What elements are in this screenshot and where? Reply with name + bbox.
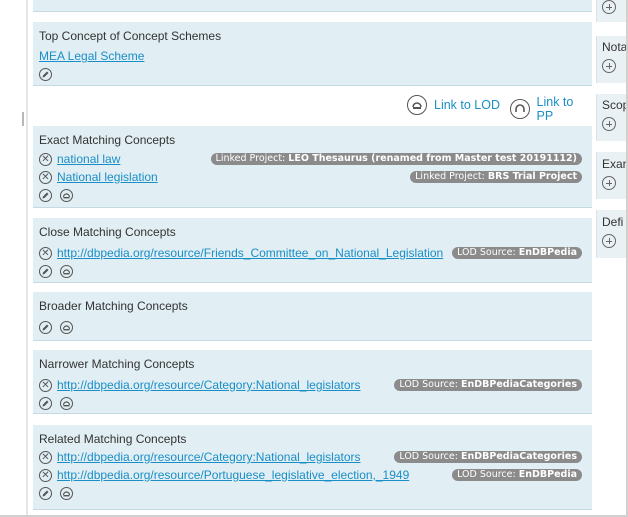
exact-matching-panel: Exact Matching Concepts ✕ national law Li… <box>33 126 592 208</box>
top-concept-panel: Top Concept of Concept Schemes MEA Legal… <box>33 22 592 86</box>
narrower-matching-panel: Narrower Matching Concepts ✕ http://dbped… <box>33 350 592 414</box>
lod-link-icon[interactable] <box>60 486 73 500</box>
badge-value: EnDBPedia <box>518 469 577 480</box>
right-card-title: Scop <box>602 98 628 112</box>
badge-prefix: LOD Source: <box>399 379 458 390</box>
plus-circle-icon[interactable] <box>602 234 616 248</box>
pp-link-icon <box>510 99 530 119</box>
remove-circle-icon[interactable]: ✕ <box>39 379 52 393</box>
remove-circle-icon[interactable]: ✕ <box>39 171 52 185</box>
right-card-title: Exar <box>602 157 627 171</box>
close-matching-panel: Close Matching Concepts ✕ http://dbpedia.… <box>33 218 592 283</box>
left-pane-divider <box>26 0 28 517</box>
lod-link-icon[interactable] <box>60 396 73 410</box>
badge-prefix: Linked Project: <box>215 153 286 164</box>
badge-prefix: Linked Project: <box>415 171 485 182</box>
exact-item-link[interactable]: National legislation <box>57 170 158 184</box>
related-matching-panel: Related Matching Concepts ✕ http://dbpedi… <box>33 425 592 510</box>
previous-panel <box>33 0 592 12</box>
badge-value: EnDBPediaCategories <box>461 379 577 390</box>
close-item-link[interactable]: http://dbpedia.org/resource/Friends_Comm… <box>57 246 443 260</box>
link-toolbar: Link to LOD Link to PP <box>33 87 592 125</box>
close-matching-title: Close Matching Concepts <box>39 225 176 239</box>
plus-circle-icon[interactable] <box>602 176 616 190</box>
notes-sidebar: Nota Scop Exar Defi <box>596 0 628 517</box>
lod-source-badge: LOD Source: EnDBPedia <box>452 469 582 481</box>
right-card-title: Nota <box>602 40 628 54</box>
link-to-lod-button[interactable]: Link to LOD <box>407 95 500 115</box>
exact-matching-title: Exact Matching Concepts <box>39 133 176 147</box>
pencil-edit-icon[interactable] <box>39 264 52 278</box>
badge-prefix: LOD Source: <box>457 469 516 480</box>
related-item-link[interactable]: http://dbpedia.org/resource/Category:Nat… <box>57 450 361 464</box>
pencil-edit-icon[interactable] <box>39 67 52 81</box>
left-pane-border <box>0 0 28 517</box>
related-matching-title: Related Matching Concepts <box>39 432 187 446</box>
narrower-item-link[interactable]: http://dbpedia.org/resource/Category:Nat… <box>57 378 361 392</box>
broader-matching-panel: Broader Matching Concepts <box>33 292 592 341</box>
plus-circle-icon[interactable] <box>602 59 616 73</box>
badge-value: BRS Trial Project <box>487 171 577 182</box>
exact-item-link[interactable]: national law <box>57 152 120 166</box>
list-item: ✕ http://dbpedia.org/resource/Friends_Com… <box>39 244 586 262</box>
list-item: ✕ national law Linked Project: LEO Thesau… <box>39 150 586 168</box>
top-concept-title: Top Concept of Concept Schemes <box>39 29 222 43</box>
resize-grip-icon[interactable] <box>22 112 24 126</box>
pencil-edit-icon[interactable] <box>39 320 52 334</box>
plus-circle-icon[interactable] <box>602 0 616 14</box>
remove-circle-icon[interactable]: ✕ <box>39 451 52 465</box>
list-item: ✕ National legislation Linked Project: BR… <box>39 168 586 186</box>
right-card-scope: Scop <box>596 94 628 141</box>
narrower-matching-title: Narrower Matching Concepts <box>39 357 195 371</box>
lod-link-icon <box>407 95 427 115</box>
list-item: ✕ http://dbpedia.org/resource/Category:Na… <box>39 448 586 466</box>
right-card-title: Defi <box>602 215 624 229</box>
linked-project-badge: Linked Project: BRS Trial Project <box>410 171 582 183</box>
right-card-notation: Nota <box>596 36 628 83</box>
remove-circle-icon[interactable]: ✕ <box>39 469 52 483</box>
linked-project-badge: Linked Project: LEO Thesaurus (renamed f… <box>210 153 582 165</box>
lod-source-badge: LOD Source: EnDBPediaCategories <box>394 451 582 463</box>
lod-link-icon[interactable] <box>60 320 73 334</box>
link-to-pp-button[interactable]: Link to PP <box>510 95 592 123</box>
pencil-edit-icon[interactable] <box>39 188 52 202</box>
lod-source-badge: LOD Source: EnDBPedia <box>452 247 582 259</box>
pencil-edit-icon[interactable] <box>39 486 52 500</box>
lod-link-icon[interactable] <box>60 264 73 278</box>
badge-prefix: LOD Source: <box>399 451 458 462</box>
matching-concepts-pane: Top Concept of Concept Schemes MEA Legal… <box>33 0 593 517</box>
pencil-edit-icon[interactable] <box>39 396 52 410</box>
link-to-lod-label: Link to LOD <box>434 98 501 112</box>
link-to-pp-label: Link to PP <box>536 95 574 123</box>
plus-circle-icon[interactable] <box>602 117 616 131</box>
list-item: ✕ http://dbpedia.org/resource/Portuguese_… <box>39 466 586 484</box>
remove-circle-icon[interactable]: ✕ <box>39 153 52 167</box>
lod-source-badge: LOD Source: EnDBPediaCategories <box>394 379 582 391</box>
top-concept-link[interactable]: MEA Legal Scheme <box>39 49 144 63</box>
right-card-definition: Defi <box>596 210 628 258</box>
related-item-link[interactable]: http://dbpedia.org/resource/Portuguese_l… <box>57 468 409 482</box>
right-card-example: Exar <box>596 152 628 199</box>
remove-circle-icon[interactable]: ✕ <box>39 247 52 261</box>
right-card-top <box>596 0 628 22</box>
lod-link-icon[interactable] <box>60 188 73 202</box>
list-item: ✕ http://dbpedia.org/resource/Category:Na… <box>39 376 586 394</box>
badge-prefix: LOD Source: <box>457 247 516 258</box>
badge-value: EnDBPediaCategories <box>461 451 577 462</box>
badge-value: EnDBPedia <box>518 247 577 258</box>
badge-value: LEO Thesaurus (renamed from Master test … <box>288 153 577 164</box>
broader-matching-title: Broader Matching Concepts <box>39 299 188 313</box>
